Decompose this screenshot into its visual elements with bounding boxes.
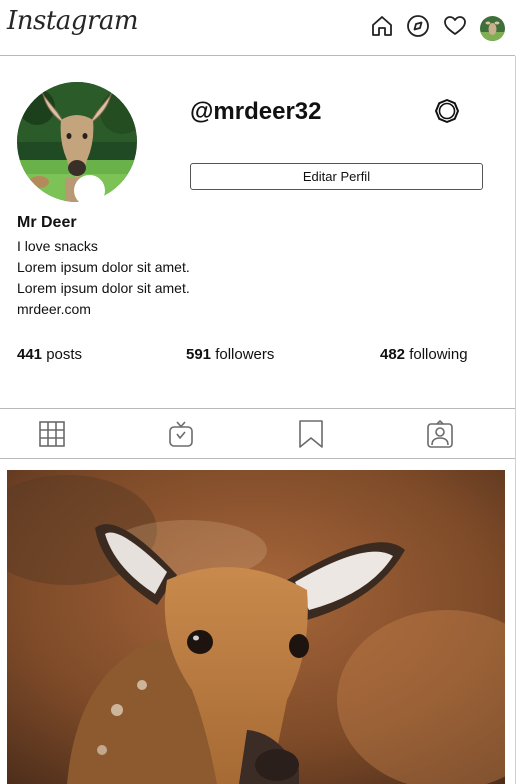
- posts-count: 441: [17, 346, 43, 363]
- followers-count: 591: [186, 346, 212, 363]
- posts-label: posts: [46, 346, 83, 363]
- scrollbar-track[interactable]: [515, 56, 531, 784]
- posts-count-stat[interactable]: 441 posts: [17, 346, 82, 363]
- home-icon[interactable]: [370, 14, 394, 38]
- bio-line: Lorem ipsum dolor sit amet.: [17, 280, 190, 296]
- bio-line: I love snacks: [17, 238, 98, 254]
- bio-line: Lorem ipsum dolor sit amet.: [17, 259, 190, 275]
- bio-website-link[interactable]: mrdeer.com: [17, 299, 190, 320]
- profile-avatar[interactable]: [480, 16, 505, 41]
- edit-profile-button[interactable]: Editar Perfil: [190, 163, 483, 190]
- tagged-user-icon[interactable]: [426, 420, 454, 448]
- followers-count-stat[interactable]: 591 followers: [186, 346, 274, 363]
- heart-icon[interactable]: [443, 14, 467, 38]
- following-label: following: [409, 346, 468, 363]
- following-count: 482: [380, 346, 406, 363]
- bookmark-icon[interactable]: [297, 420, 325, 448]
- profile-bio: Mr Deer I love snacks Lorem ipsum dolor …: [17, 214, 190, 320]
- igtv-icon[interactable]: [167, 420, 195, 448]
- settings-gear-icon[interactable]: [434, 98, 460, 124]
- display-name: Mr Deer: [17, 214, 77, 231]
- explore-compass-icon[interactable]: [406, 14, 430, 38]
- post-image[interactable]: [7, 470, 505, 784]
- profile-username: @mrdeer32: [190, 98, 322, 125]
- instagram-logo[interactable]: Instagram: [7, 6, 139, 36]
- story-indicator-dot: [74, 175, 105, 206]
- grid-icon[interactable]: [38, 420, 66, 448]
- profile-tab-bar: [0, 408, 515, 459]
- top-nav: Instagram: [0, 0, 515, 56]
- following-count-stat[interactable]: 482 following: [380, 346, 468, 363]
- followers-label: followers: [215, 346, 275, 363]
